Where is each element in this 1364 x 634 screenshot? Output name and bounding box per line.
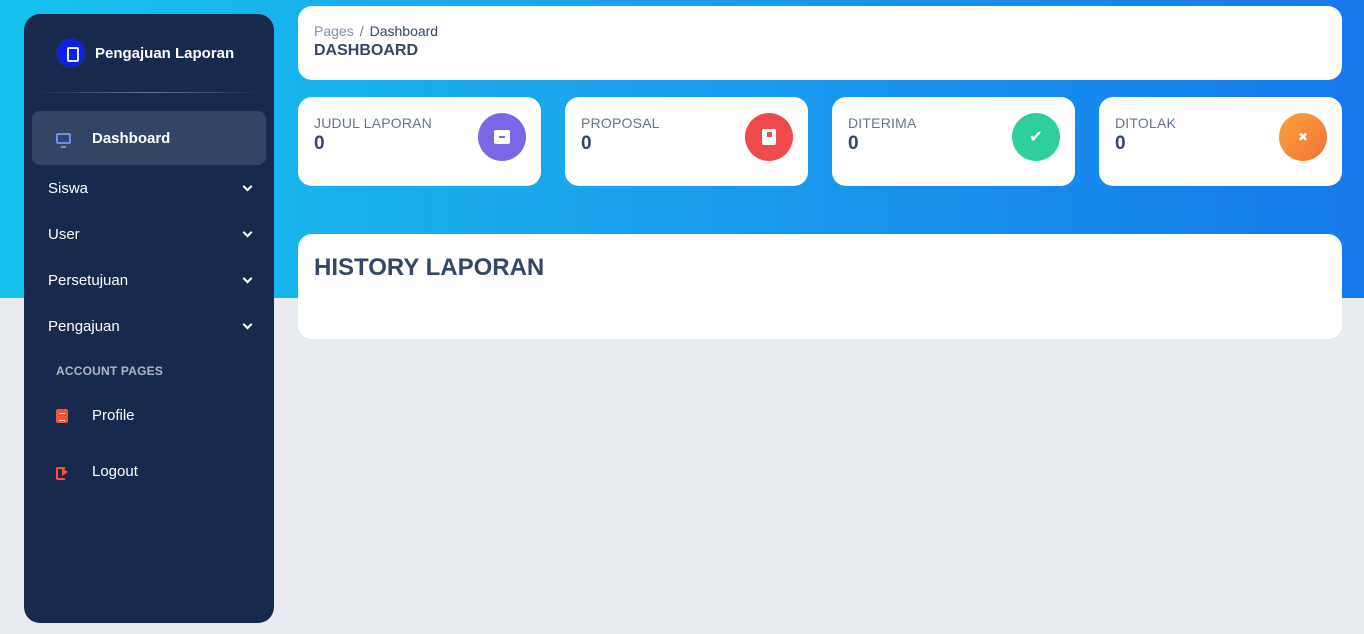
sidebar-item-profile[interactable]: Profile (56, 407, 135, 424)
breadcrumb-root[interactable]: Pages (314, 23, 354, 39)
logout-icon (56, 466, 70, 480)
sidebar-item-pengajuan[interactable]: Pengajuan (48, 311, 254, 341)
breadcrumb: Pages / Dashboard (314, 23, 1326, 39)
brand[interactable]: Pengajuan Laporan (24, 14, 274, 92)
brand-name: Pengajuan Laporan (95, 44, 235, 62)
sidebar-item-label: Pengajuan (48, 317, 120, 335)
sidebar-item-label: Dashboard (92, 129, 171, 147)
check-icon: ✔ (1012, 113, 1060, 161)
sidebar-item-label: Persetujuan (48, 271, 129, 289)
brand-logo-icon (56, 38, 86, 68)
page-header: Pages / Dashboard DASHBOARD (298, 6, 1342, 80)
history-title: HISTORY LAPORAN (314, 254, 545, 281)
sidebar-item-label: Logout (92, 463, 138, 480)
document-icon (56, 408, 68, 423)
sidebar-item-dashboard[interactable]: Dashboard (32, 111, 266, 165)
sidebar: Pengajuan Laporan Dashboard Siswa User P… (24, 14, 274, 623)
sidebar-item-label: User (48, 225, 80, 243)
sidebar-item-siswa[interactable]: Siswa (48, 173, 254, 203)
dashboard-page: Pengajuan Laporan Dashboard Siswa User P… (0, 0, 1364, 634)
account-pages-heading: ACCOUNT PAGES (56, 364, 164, 378)
book-icon (745, 113, 793, 161)
page-title: DASHBOARD (314, 42, 418, 59)
chevron-down-icon (242, 319, 253, 329)
history-panel: HISTORY LAPORAN (298, 234, 1342, 339)
sidebar-divider (32, 92, 266, 93)
chevron-down-icon (242, 273, 253, 283)
sidebar-item-logout[interactable]: Logout (56, 463, 138, 480)
sidebar-item-label: Profile (92, 407, 135, 424)
monitor-icon (56, 132, 71, 148)
stat-card-diterima: DITERIMA 0 ✔ (832, 97, 1075, 186)
breadcrumb-separator: / (359, 23, 364, 39)
stat-card-ditolak: DITOLAK 0 ✖ (1099, 97, 1342, 186)
chevron-down-icon (242, 227, 253, 237)
stat-card-judul-laporan: JUDUL LAPORAN 0 (298, 97, 541, 186)
close-icon: ✖ (1279, 113, 1327, 161)
sidebar-item-user[interactable]: User (48, 219, 254, 249)
stat-card-proposal: PROPOSAL 0 (565, 97, 808, 186)
chevron-down-icon (242, 181, 253, 191)
archive-icon (478, 113, 526, 161)
sidebar-item-persetujuan[interactable]: Persetujuan (48, 265, 254, 295)
breadcrumb-current: Dashboard (369, 23, 439, 39)
sidebar-item-label: Siswa (48, 179, 89, 197)
